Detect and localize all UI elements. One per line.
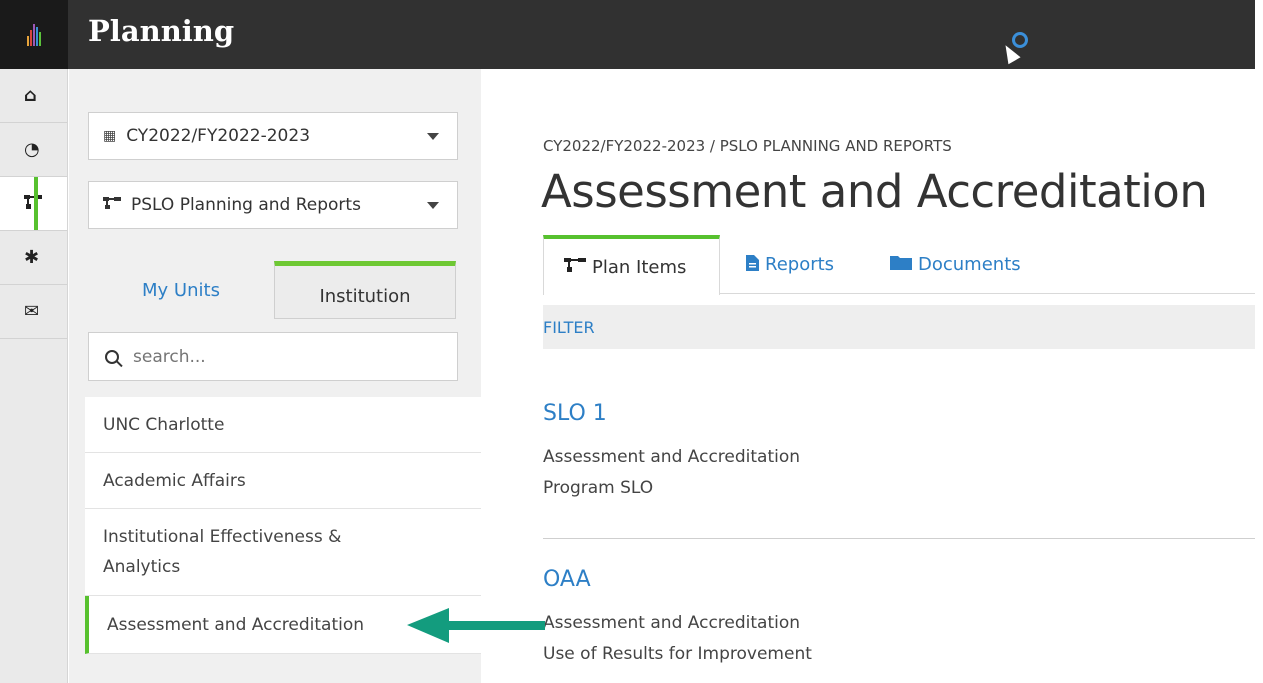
unit-item-institutional-effectiveness[interactable]: Institutional Effectiveness & Analytics: [85, 509, 385, 595]
plan-select-value: PSLO Planning and Reports: [131, 195, 361, 215]
filter-bar[interactable]: FILTER: [543, 305, 1255, 349]
folder-icon: [890, 255, 912, 274]
rail-settings[interactable]: ✱: [0, 231, 67, 285]
file-icon: [746, 254, 759, 275]
envelope-icon: ✉: [24, 301, 40, 322]
app-title: Planning: [88, 14, 235, 48]
cycle-select[interactable]: ▦ CY2022/FY2022-2023: [88, 112, 458, 160]
sitemap-icon: [24, 193, 42, 214]
plan-item-unit: Assessment and Accreditation: [543, 613, 801, 633]
gear-icon: ✱: [24, 247, 40, 268]
right-edge: [1255, 0, 1263, 683]
annotation-arrow-icon: [407, 608, 545, 643]
app-logo[interactable]: [0, 0, 68, 69]
tab-documents[interactable]: Documents: [890, 235, 1021, 294]
dashboard-icon: ◔: [24, 139, 40, 160]
main-content: CY2022/FY2022-2023 / PSLO PLANNING AND R…: [481, 69, 1255, 683]
chevron-down-icon: [427, 133, 439, 140]
rail-home[interactable]: ⌂: [0, 69, 67, 123]
tab-documents-label: Documents: [918, 254, 1021, 275]
unit-search[interactable]: [88, 332, 458, 381]
loading-spinner-icon: [1012, 32, 1028, 48]
rail-planning[interactable]: [0, 177, 67, 231]
logo-bars-icon: [27, 23, 42, 46]
icon-rail: ⌂ ◔ ✱ ✉: [0, 69, 68, 683]
tab-plan-items-label: Plan Items: [592, 256, 687, 278]
plan-item-type: Program SLO: [543, 478, 654, 498]
rail-messages[interactable]: ✉: [0, 285, 67, 339]
page-title: Assessment and Accreditation: [541, 165, 1208, 218]
plan-item-divider: [543, 538, 1255, 539]
calendar-icon: ▦: [103, 128, 117, 144]
sitemap-icon: [103, 197, 121, 213]
tab-reports-label: Reports: [765, 254, 835, 275]
breadcrumb: CY2022/FY2022-2023 / PSLO PLANNING AND R…: [543, 137, 952, 155]
home-icon: ⌂: [24, 85, 37, 106]
plan-item: OAA Assessment and Accreditation Use of …: [543, 567, 1255, 670]
cycle-select-value: CY2022/FY2022-2023: [126, 126, 311, 146]
content-tabs: Plan Items Reports Documents: [543, 235, 1255, 295]
unit-item-academic-affairs[interactable]: Academic Affairs: [85, 453, 481, 509]
unit-item-unc-charlotte[interactable]: UNC Charlotte: [85, 397, 481, 453]
plan-item: SLO 1 Assessment and Accreditation Progr…: [543, 401, 1255, 504]
plan-select[interactable]: PSLO Planning and Reports: [88, 181, 458, 229]
plan-item-title[interactable]: SLO 1: [543, 401, 1255, 426]
search-icon: [105, 349, 119, 364]
tab-institution[interactable]: Institution: [274, 261, 456, 319]
sitemap-icon: [564, 258, 586, 276]
rail-dashboard[interactable]: ◔: [0, 123, 67, 177]
plan-item-type: Use of Results for Improvement: [543, 644, 812, 664]
unit-sidebar: ▦ CY2022/FY2022-2023 PSLO Planning and R…: [69, 69, 481, 683]
tab-my-units[interactable]: My Units: [88, 261, 274, 319]
plan-item-title[interactable]: OAA: [543, 567, 1255, 592]
tab-plan-items[interactable]: Plan Items: [543, 235, 720, 295]
tab-reports[interactable]: Reports: [746, 235, 834, 294]
search-input[interactable]: [133, 346, 433, 367]
chevron-down-icon: [427, 202, 439, 209]
filter-toggle[interactable]: FILTER: [543, 318, 595, 337]
plan-item-unit: Assessment and Accreditation: [543, 447, 801, 467]
unit-scope-tabs: My Units Institution: [88, 261, 458, 319]
